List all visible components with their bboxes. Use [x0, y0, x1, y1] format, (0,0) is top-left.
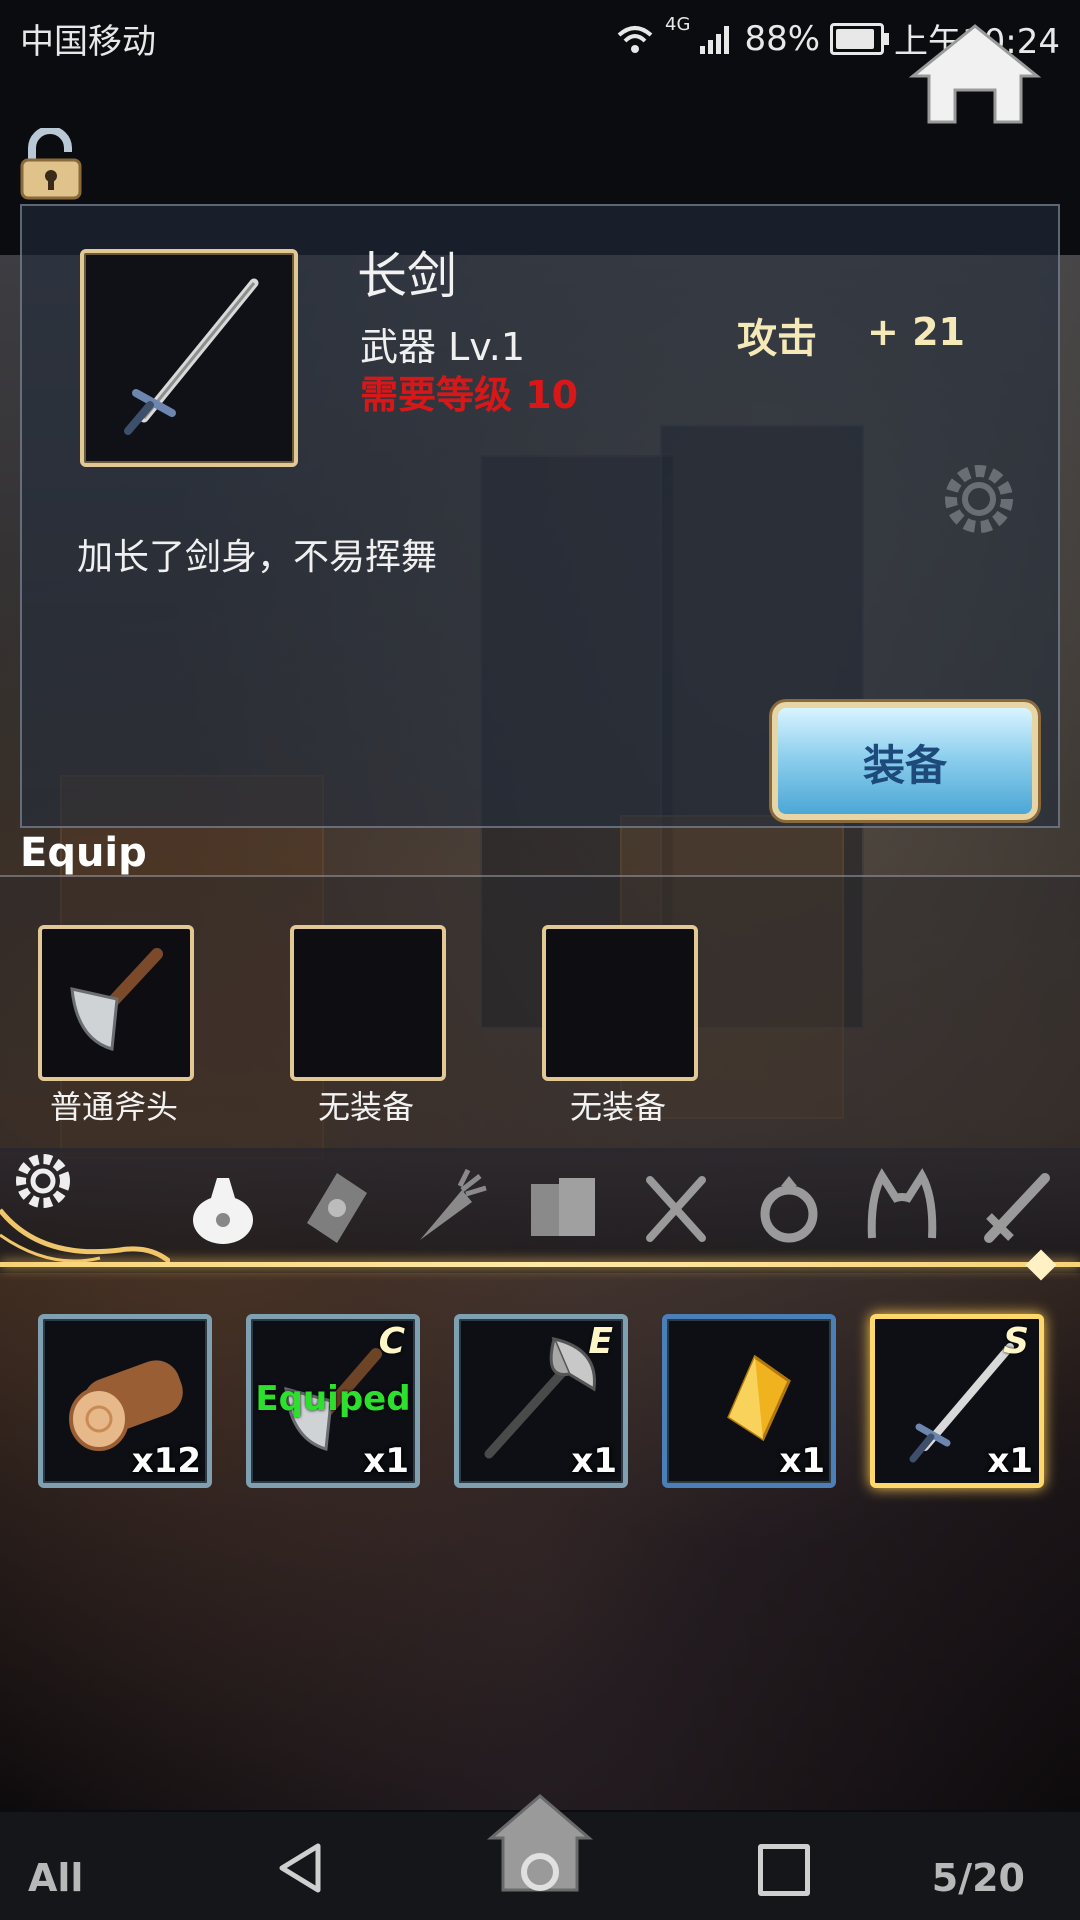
category-underline	[0, 1262, 1080, 1267]
signal-icon	[700, 25, 730, 54]
recent-apps-icon[interactable]	[758, 1844, 810, 1896]
inventory-count: x1	[779, 1441, 825, 1481]
inventory-count: x1	[987, 1441, 1033, 1481]
ring-icon[interactable]	[749, 1168, 829, 1248]
cat-ears-headband-icon[interactable]	[862, 1168, 942, 1248]
filter-all-button[interactable]: All	[28, 1856, 83, 1900]
inventory-count: x1	[363, 1441, 409, 1481]
axe-icon	[70, 948, 163, 1051]
item-description: 加长了剑身，不易挥舞	[77, 537, 438, 578]
gear-icon	[945, 465, 1013, 533]
attack-stat-value: + 21	[867, 310, 965, 354]
back-icon[interactable]	[272, 1840, 328, 1896]
inventory-count: x12	[131, 1441, 201, 1481]
attack-stat-label: 攻击	[737, 316, 817, 362]
sword-icon	[124, 278, 259, 435]
inventory-slot-crystal[interactable]: x1	[662, 1314, 836, 1488]
grade-badge: S	[1003, 1321, 1029, 1362]
equip-section-title: Equip	[20, 830, 147, 876]
gold-swirl-decoration	[0, 1208, 170, 1264]
equip-slot-2-label: 无装备	[317, 1088, 414, 1126]
book-icon[interactable]	[523, 1168, 603, 1248]
equip-slot-3[interactable]	[542, 925, 698, 1081]
equip-slot-3-label: 无装备	[569, 1088, 666, 1126]
cutlery-icon[interactable]	[636, 1168, 716, 1248]
equip-slot-1-label: 普通斧头	[49, 1088, 178, 1126]
inventory-slot-long-sword[interactable]: S x1	[870, 1314, 1044, 1488]
inventory-slot-battle-axe[interactable]: E x1	[454, 1314, 628, 1488]
equipped-label: Equiped	[255, 1379, 411, 1419]
item-icon-frame	[80, 249, 298, 467]
equip-button[interactable]: 装备	[772, 702, 1038, 820]
inventory-slot-wood[interactable]: x12	[38, 1314, 212, 1488]
bag-icon[interactable]	[183, 1168, 263, 1248]
battery-icon	[830, 22, 890, 55]
carrier-label: 中国移动	[20, 22, 156, 62]
equip-slot-1[interactable]	[38, 925, 194, 1081]
item-name: 长剑	[357, 247, 457, 305]
scroll-icon[interactable]	[297, 1168, 377, 1248]
home-nav-icon[interactable]	[485, 1790, 595, 1900]
item-type-level: 武器 Lv.1	[360, 325, 526, 369]
grade-badge: C	[378, 1321, 405, 1362]
network-label: 4G	[665, 14, 691, 35]
grade-badge: E	[588, 1321, 613, 1362]
inventory-slot-axe[interactable]: C Equiped x1	[246, 1314, 420, 1488]
item-detail-panel: 长剑 武器 Lv.1 需要等级 10 攻击 + 21 加长了剑身，不易挥舞 装备	[20, 204, 1060, 828]
unlock-icon[interactable]	[18, 128, 84, 202]
carrot-icon[interactable]	[410, 1168, 490, 1248]
equip-button-label: 装备	[862, 741, 947, 790]
page-counter: 5/20	[931, 1856, 1025, 1900]
weapon-sword-icon[interactable]	[975, 1168, 1055, 1248]
inventory-count: x1	[571, 1441, 617, 1481]
battery-percent: 88%	[744, 18, 821, 59]
item-requirement: 需要等级 10	[360, 373, 579, 417]
equip-slot-2[interactable]	[290, 925, 446, 1081]
wifi-icon	[617, 25, 653, 53]
home-icon[interactable]	[905, 18, 1045, 133]
